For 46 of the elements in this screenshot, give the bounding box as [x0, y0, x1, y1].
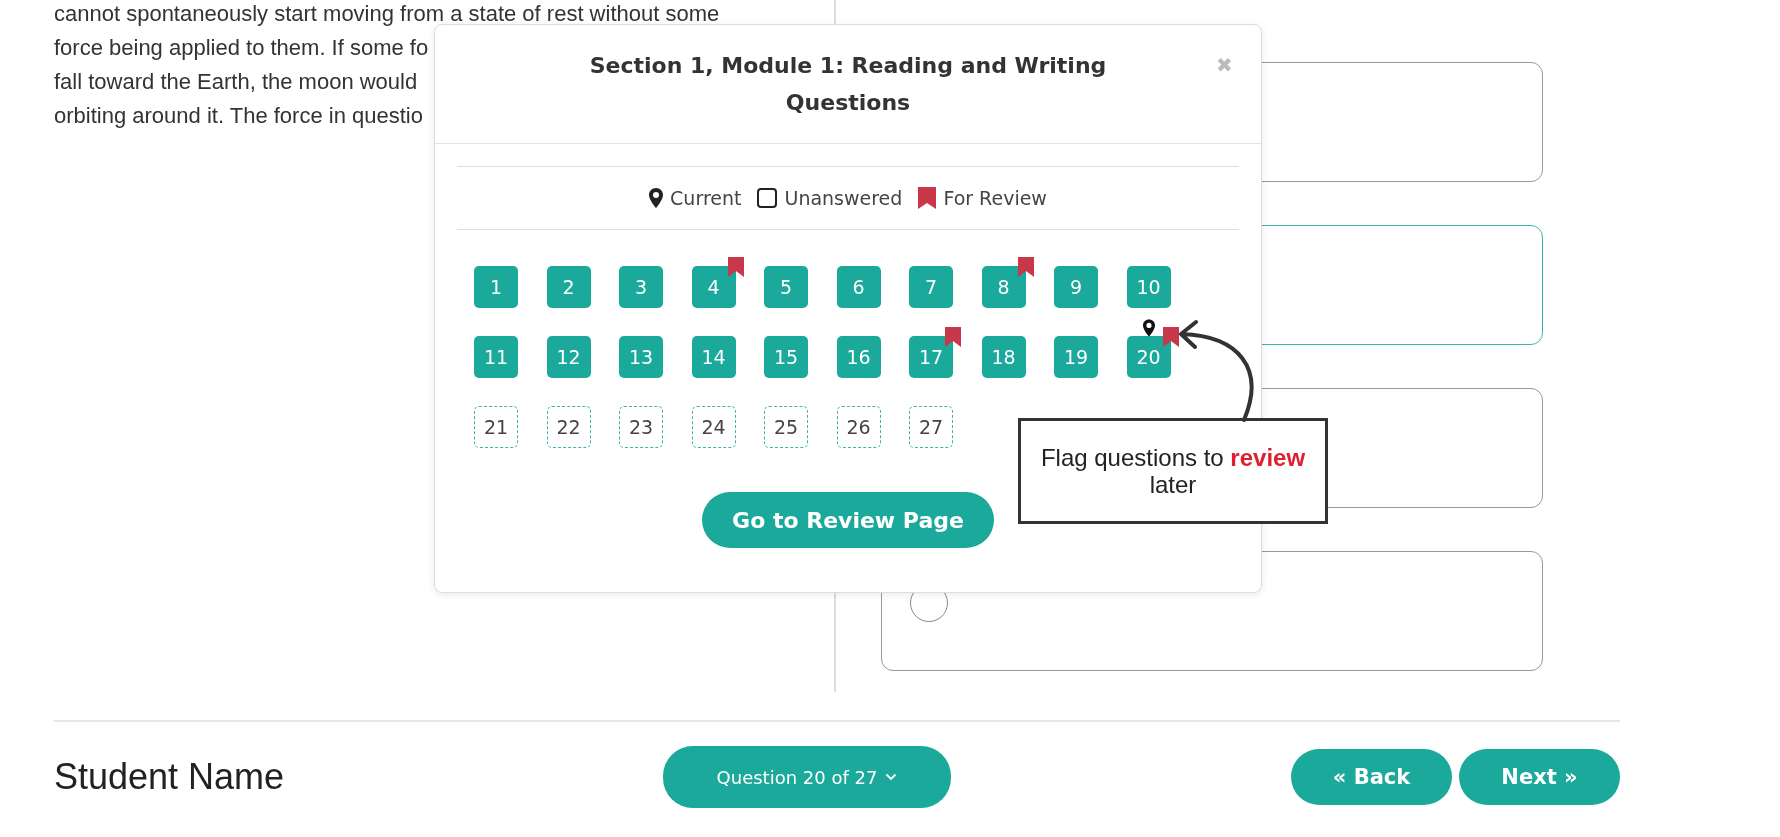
question-number-button[interactable]: 3 [619, 266, 663, 308]
passage-text: orbiting around it. The force in questio [54, 102, 423, 130]
question-number-button[interactable]: 22 [546, 406, 591, 448]
question-number-button[interactable]: 23 [619, 406, 663, 448]
question-number-button[interactable]: 24 [691, 406, 736, 448]
question-number-button[interactable]: 12 [546, 336, 591, 378]
legend-label: For Review [943, 187, 1047, 209]
dialog-title: Section 1, Module 1: Reading and Writing Questions [588, 52, 1108, 117]
back-button[interactable]: « Back [1291, 749, 1452, 805]
passage-text: force being applied to them. If some fo [54, 34, 429, 62]
question-number-button[interactable]: 26 [836, 406, 881, 448]
bookmark-icon [918, 187, 937, 209]
close-button[interactable]: ✖ [1216, 53, 1233, 77]
callout-text: Flag questions to review later [1018, 418, 1328, 524]
passage-text: fall toward the Earth, the moon would [54, 68, 418, 96]
question-nav-button[interactable]: Question 20 of 27 [663, 746, 951, 808]
question-number-button[interactable]: 4 [691, 266, 736, 308]
question-number-button[interactable]: 17 [909, 336, 953, 378]
question-number-button[interactable]: 6 [836, 266, 881, 308]
next-button[interactable]: Next » [1459, 749, 1620, 805]
question-number-button[interactable]: 7 [909, 266, 953, 308]
question-number-button[interactable]: 16 [836, 336, 881, 378]
passage-text: cannot spontaneously start moving from a state of rest without some [54, 0, 720, 28]
question-number-button[interactable]: 8 [981, 266, 1026, 308]
empty-square-icon [757, 188, 778, 208]
question-number-button[interactable]: 2 [546, 266, 591, 308]
review-page-button[interactable]: Go to Review Page [702, 492, 994, 548]
question-number-button[interactable]: 5 [764, 266, 808, 308]
question-number-button[interactable]: 14 [691, 336, 736, 378]
legend-label: Unanswered [784, 187, 903, 209]
question-number-button[interactable]: 1 [474, 266, 518, 308]
question-number-button[interactable]: 10 [1126, 266, 1171, 308]
question-number-button[interactable]: 25 [764, 406, 808, 448]
legend-label: Current [670, 187, 742, 209]
location-pin-icon [649, 188, 664, 208]
caret-icon [885, 773, 898, 781]
question-number-button[interactable]: 21 [474, 406, 518, 448]
question-number-button[interactable]: 15 [764, 336, 808, 378]
question-number-button[interactable]: 18 [981, 336, 1026, 378]
question-number-button[interactable]: 27 [909, 406, 953, 448]
question-number-button[interactable]: 13 [619, 336, 663, 378]
question-number-button[interactable]: 9 [1054, 266, 1098, 308]
question-number-button[interactable]: 20 [1126, 336, 1171, 378]
question-number-button[interactable]: 11 [474, 336, 518, 378]
question-number-button[interactable]: 19 [1054, 336, 1098, 378]
student-name: Student Name [54, 756, 286, 798]
